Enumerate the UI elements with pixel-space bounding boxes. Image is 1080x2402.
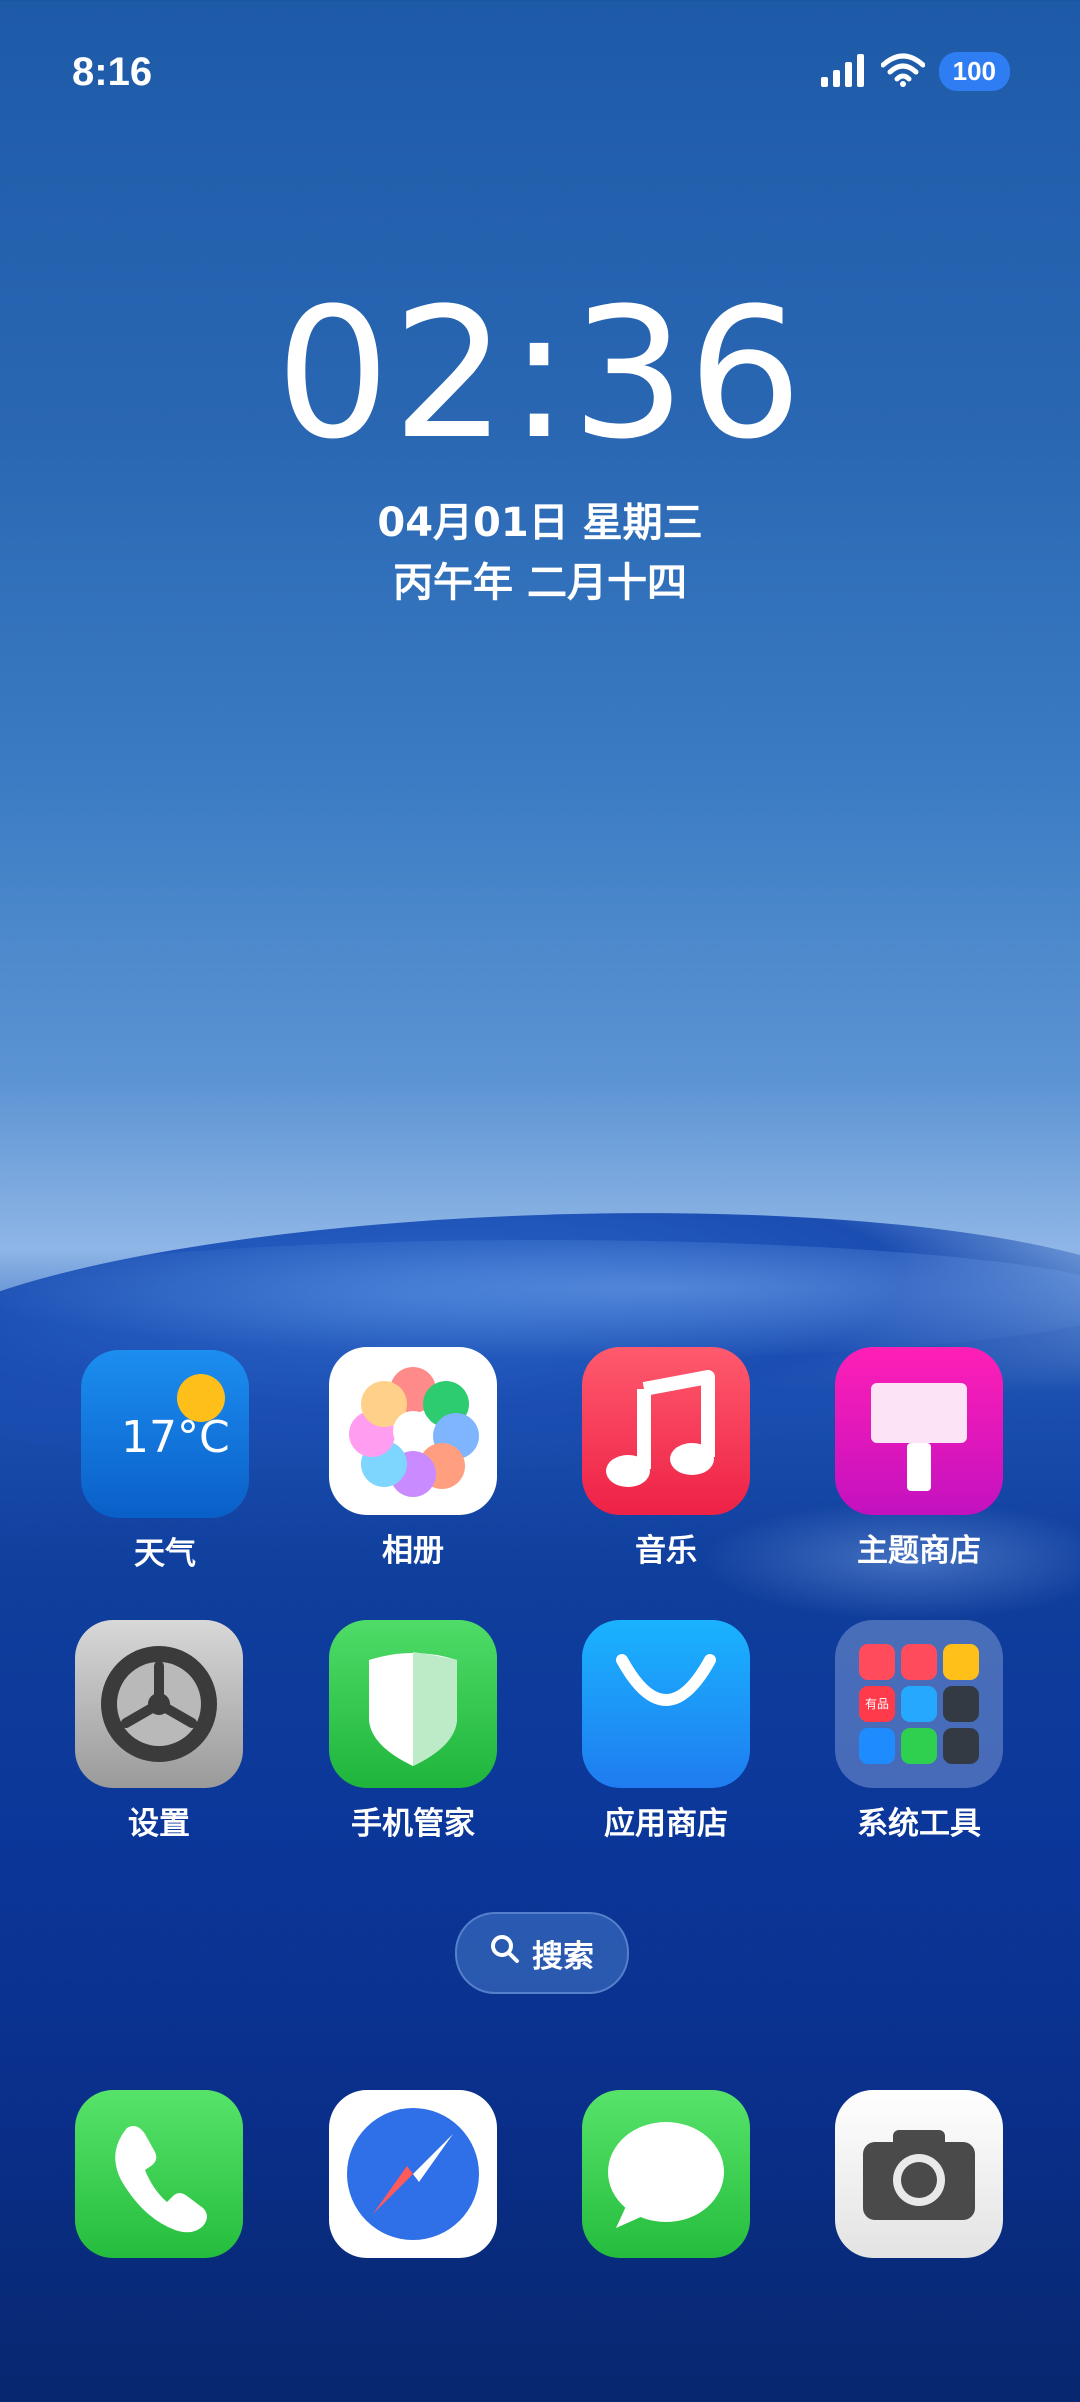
app-phone-manager[interactable]: 手机管家 (328, 1620, 498, 1843)
compass-browser-icon (329, 2090, 497, 2258)
camera-icon (835, 2090, 1003, 2258)
search-icon (490, 1934, 520, 1972)
app-label: 应用商店 (604, 1806, 728, 1842)
theme-store-icon (835, 1347, 1003, 1515)
app-label: 天气 (134, 1536, 196, 1572)
weather-icon: 17°C (81, 1350, 249, 1518)
app-system-tools-folder[interactable]: 有品 系统工具 (834, 1620, 1004, 1843)
wifi-icon (880, 53, 926, 91)
dock-camera[interactable] (834, 2090, 1004, 2258)
app-label: 相册 (382, 1533, 444, 1569)
search-button[interactable]: 搜索 (455, 1912, 629, 1994)
dock-phone[interactable] (74, 2090, 244, 2258)
app-store-icon (582, 1620, 750, 1788)
wallpaper-wave-highlight (0, 1240, 1080, 1360)
app-label: 主题商店 (857, 1533, 981, 1569)
status-icons: 100 (820, 52, 1010, 91)
app-app-store[interactable]: 应用商店 (581, 1620, 751, 1843)
signal-bars-icon (820, 53, 867, 91)
app-label: 音乐 (635, 1533, 697, 1569)
gallery-icon (329, 1347, 497, 1515)
weather-temp: 17°C (121, 1412, 230, 1463)
settings-gear-icon (75, 1620, 243, 1788)
dock-messages[interactable] (581, 2090, 751, 2258)
app-label: 设置 (128, 1806, 190, 1842)
shield-icon (329, 1620, 497, 1788)
clock-widget-time[interactable]: 02:36 (0, 285, 1080, 465)
app-music[interactable]: 音乐 (581, 1347, 751, 1570)
dock-browser[interactable] (328, 2090, 498, 2258)
app-settings[interactable]: 设置 (74, 1620, 244, 1843)
clock-widget-date: 04月01日 星期三 (377, 500, 703, 546)
folder-icon: 有品 (835, 1620, 1003, 1788)
folder-badge: 有品 (859, 1686, 895, 1722)
clock-widget-lunar: 丙午年 二月十四 (393, 560, 687, 606)
app-theme-store[interactable]: 主题商店 (834, 1347, 1004, 1570)
app-label: 系统工具 (857, 1806, 981, 1842)
search-label: 搜索 (532, 1938, 594, 1975)
phone-icon (75, 2090, 243, 2258)
battery-indicator: 100 (938, 52, 1010, 91)
messages-icon (582, 2090, 750, 2258)
music-icon (582, 1347, 750, 1515)
status-bar: 8:16 100 (0, 0, 1080, 150)
app-gallery[interactable]: 相册 (328, 1347, 498, 1570)
status-time: 8:16 (72, 50, 153, 94)
app-label: 手机管家 (351, 1806, 475, 1842)
app-weather[interactable]: 17°C 天气 (80, 1350, 250, 1573)
